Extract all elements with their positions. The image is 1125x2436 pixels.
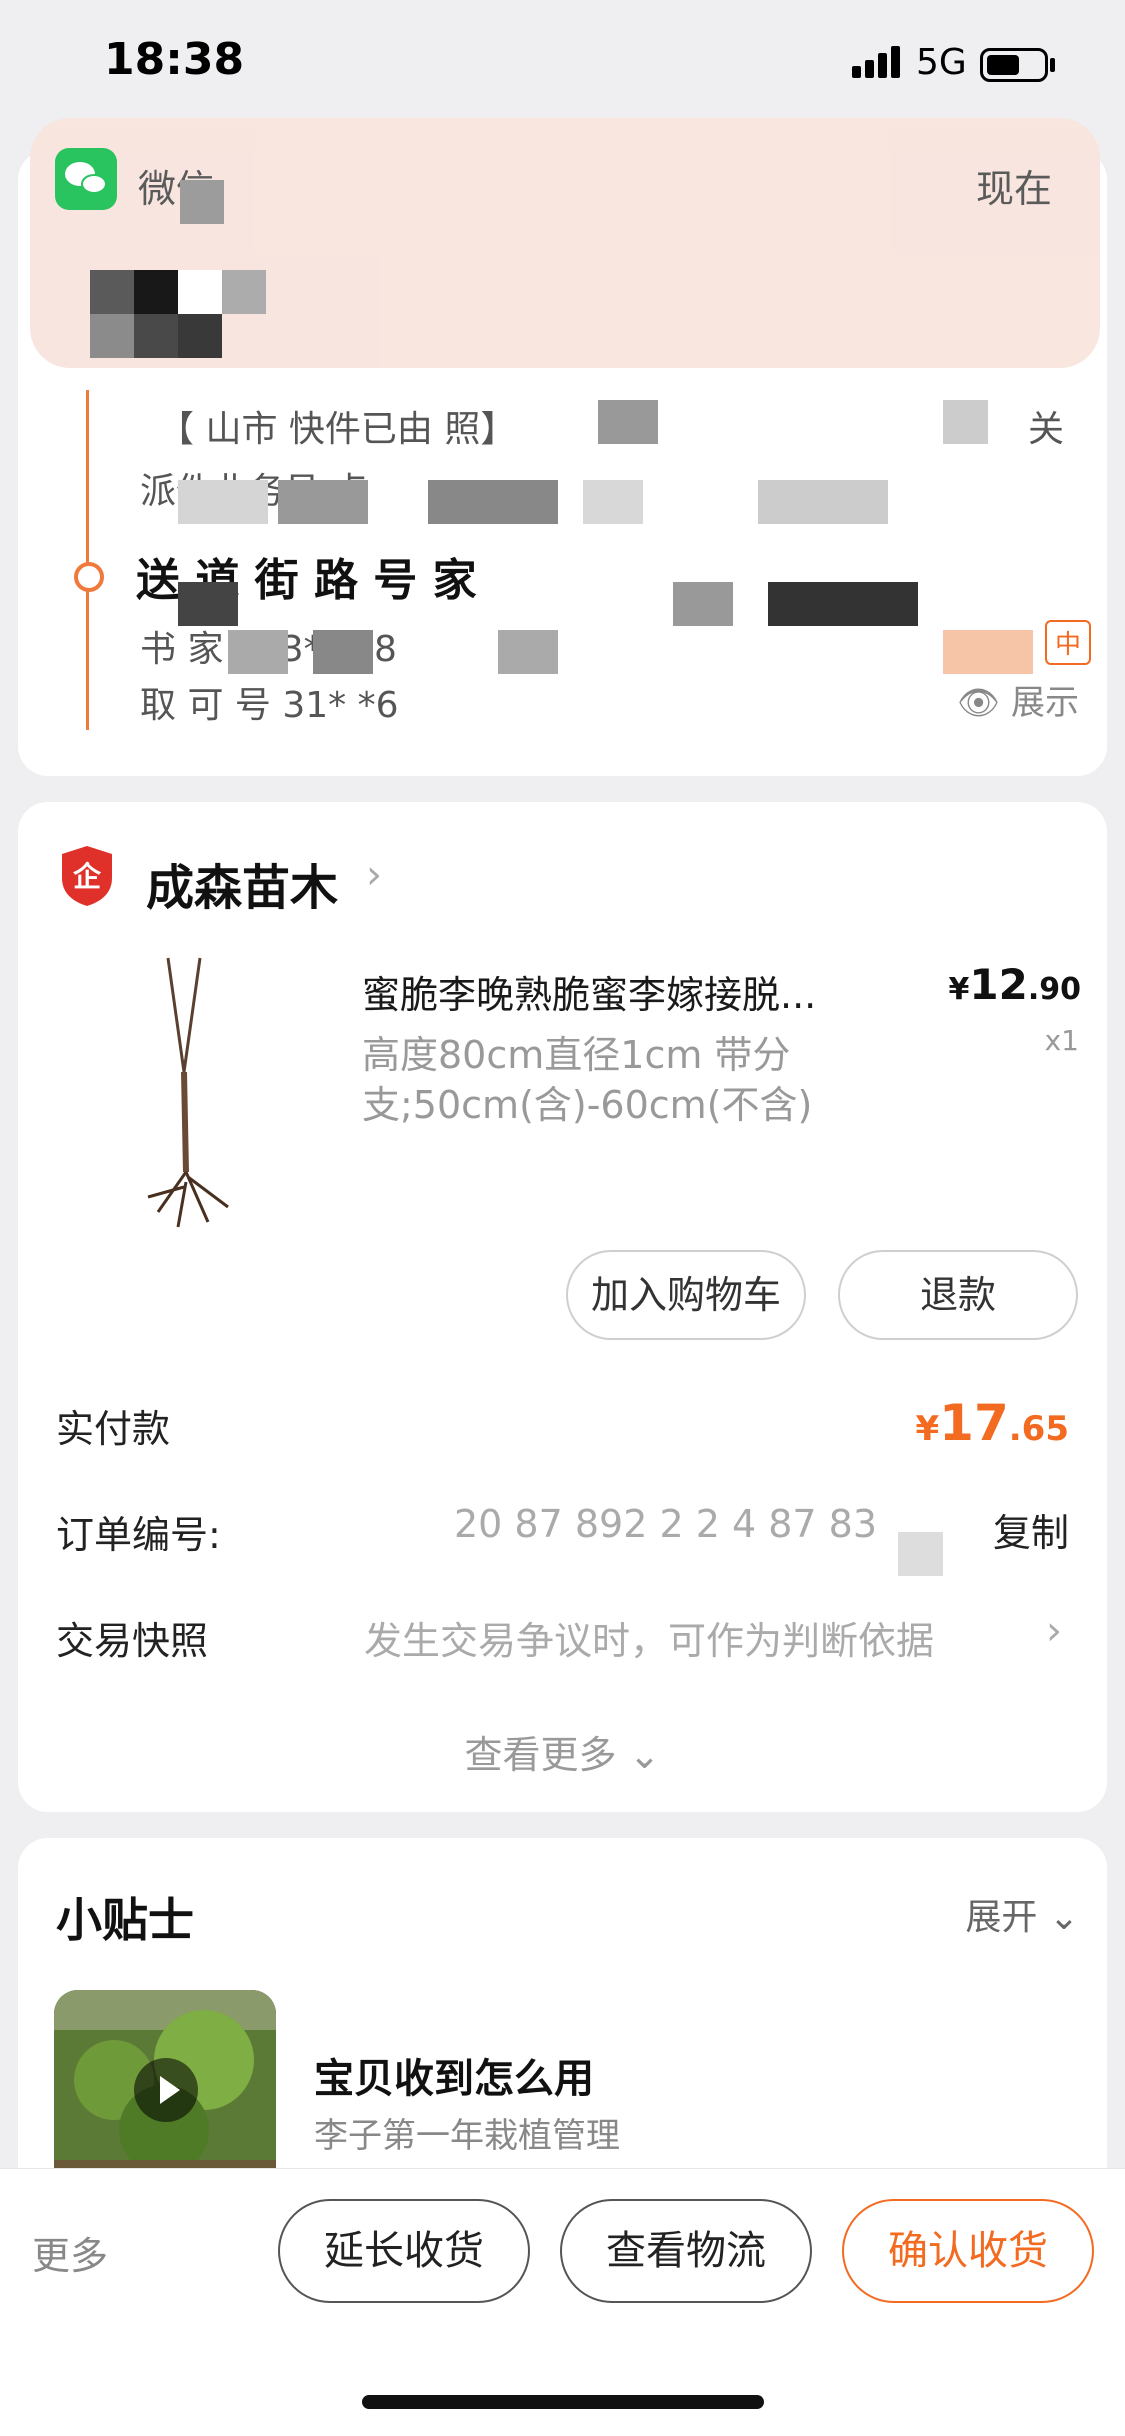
tip-subtitle: 李子第一年栽植管理 bbox=[314, 2116, 620, 2156]
notification-time: 现在 bbox=[975, 167, 1052, 211]
paid-label: 实付款 bbox=[56, 1407, 171, 1451]
show-label: 展示 bbox=[1011, 683, 1079, 723]
privacy-tag: 中 bbox=[1044, 620, 1091, 665]
shop-name[interactable]: 成森苗木 bbox=[146, 848, 338, 918]
chevron-down-icon: ⌄ bbox=[1048, 1897, 1079, 1938]
svg-text:企: 企 bbox=[73, 860, 102, 893]
product-spec: 高度80cm直径1cm 带分支;50cm(含)-60cm(不含) bbox=[362, 1033, 813, 1127]
battery-tip bbox=[1050, 58, 1055, 72]
pickup-info: 取 可 号 31* *6 bbox=[140, 685, 399, 726]
chevron-down-icon: ⌄ bbox=[628, 1733, 661, 1777]
product-title[interactable]: 蜜脆李晚熟脆蜜李嫁接脱... bbox=[362, 964, 922, 1019]
home-indicator[interactable] bbox=[362, 2395, 764, 2409]
product-image[interactable] bbox=[128, 952, 248, 1232]
tips-title: 小贴士 bbox=[56, 1893, 194, 1947]
eye-icon: 👁 bbox=[957, 683, 1001, 723]
status-bar: 18:38 5G bbox=[0, 0, 1125, 130]
logistics-line-1-end: 关 bbox=[1028, 409, 1065, 450]
refund-button[interactable]: 退款 bbox=[838, 1250, 1078, 1340]
snapshot-label: 交易快照 bbox=[56, 1619, 209, 1663]
tips-expand-button[interactable]: 展开 ⌄ bbox=[965, 1888, 1079, 1940]
timeline-dot bbox=[74, 562, 104, 592]
snapshot-hint[interactable]: 发生交易争议时，可作为判断依据 bbox=[364, 1610, 934, 1665]
wechat-notification[interactable]: 微信 现在 bbox=[30, 118, 1100, 368]
order-number-label: 订单编号: bbox=[56, 1513, 221, 1557]
shop-badge-icon: 企 bbox=[62, 846, 112, 906]
battery-icon bbox=[980, 48, 1048, 82]
copy-order-number-button[interactable]: 复制 bbox=[993, 1502, 1069, 1557]
order-number-value: 20 87 892 2 2 4 87 83 bbox=[454, 1502, 878, 1546]
status-time: 18:38 bbox=[104, 34, 245, 85]
order-card: 企 成森苗木 › 蜜脆李晚熟脆蜜李嫁接脱... ¥12.90 x1 高度80cm… bbox=[18, 802, 1107, 1812]
extend-receipt-button[interactable]: 延长收货 bbox=[278, 2199, 530, 2303]
tip-video-thumbnail[interactable] bbox=[54, 1990, 276, 2190]
chevron-right-icon[interactable]: › bbox=[1046, 1608, 1062, 1654]
signal-icon bbox=[852, 44, 904, 78]
product-price: ¥12.90 bbox=[948, 960, 1081, 1009]
bottom-action-bar: 更多 延长收货 查看物流 确认收货 bbox=[0, 2168, 1125, 2436]
view-logistics-button[interactable]: 查看物流 bbox=[560, 2199, 812, 2303]
add-to-cart-button[interactable]: 加入购物车 bbox=[566, 1250, 806, 1340]
tip-heading[interactable]: 宝贝收到怎么用 bbox=[314, 2046, 594, 2104]
more-button[interactable]: 更多 bbox=[32, 2225, 108, 2280]
logistics-line-1: 【 山市 快件已由 照】 bbox=[158, 409, 517, 450]
product-quantity: x1 bbox=[1044, 1024, 1079, 1057]
network-label: 5G bbox=[916, 42, 967, 83]
confirm-receipt-button[interactable]: 确认收货 bbox=[842, 2199, 1094, 2303]
paid-amount: ¥17.65 bbox=[915, 1394, 1070, 1452]
chevron-right-icon[interactable]: › bbox=[366, 852, 382, 898]
see-more-button[interactable]: 查看更多 ⌄ bbox=[18, 1724, 1107, 1779]
wechat-icon bbox=[55, 148, 117, 210]
show-toggle[interactable]: 👁 展示 bbox=[957, 675, 1079, 724]
timeline-line bbox=[86, 390, 89, 730]
play-icon[interactable] bbox=[134, 2058, 198, 2122]
